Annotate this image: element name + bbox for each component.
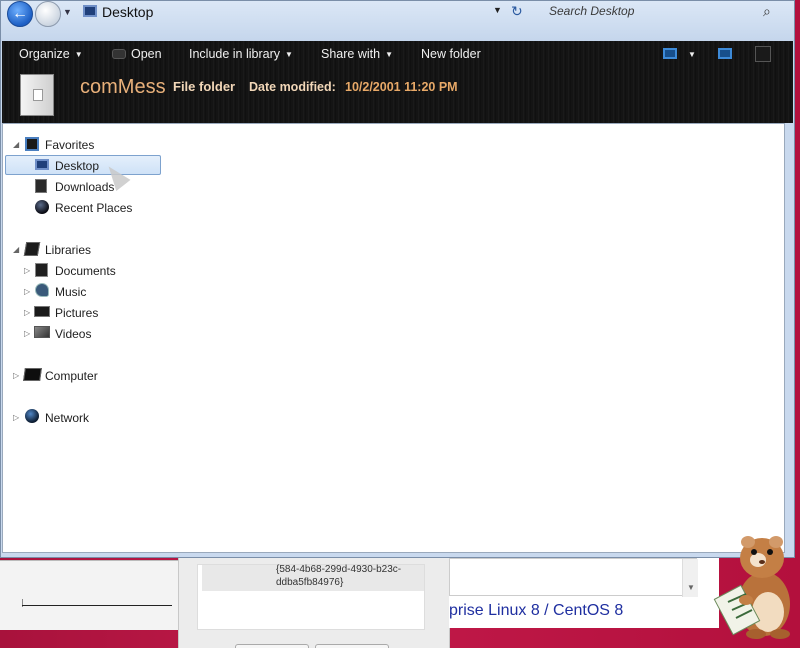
nav-label: Downloads xyxy=(55,180,115,194)
collapsed-arrow-icon[interactable]: ▷ xyxy=(24,266,30,275)
address-dropdown-icon[interactable]: ▼ xyxy=(493,5,502,15)
nav-label: Desktop xyxy=(55,159,100,173)
nav-item-computer[interactable]: ▷ Computer xyxy=(3,366,162,387)
nav-item-music[interactable]: ▷ Music xyxy=(3,282,162,303)
nav-label: Computer xyxy=(45,369,98,383)
background-right-panel: ▼ prise Linux 8 / CentOS 8 xyxy=(449,558,719,628)
back-button[interactable]: ← xyxy=(7,1,33,27)
background-banner-text: prise Linux 8 / CentOS 8 xyxy=(449,602,624,619)
date-modified-value: 10/2/2001 11:20 PM xyxy=(345,80,458,94)
open-icon xyxy=(112,49,126,59)
nav-item-libraries[interactable]: ◢ Libraries xyxy=(3,240,162,261)
collapsed-arrow-icon[interactable]: ▷ xyxy=(24,308,30,317)
videos-icon xyxy=(34,326,50,338)
nav-label: Recent Places xyxy=(55,201,133,215)
computer-icon xyxy=(23,368,42,381)
nav-label: Documents xyxy=(55,264,116,278)
include-in-library-button[interactable]: Include in library ▼ xyxy=(189,47,293,61)
nav-item-recent-places[interactable]: Recent Places xyxy=(3,198,162,219)
desktop-icon xyxy=(83,5,97,17)
forward-button[interactable] xyxy=(35,1,61,27)
nav-item-pictures[interactable]: ▷ Pictures xyxy=(3,303,162,324)
nav-item-network[interactable]: ▷ Network xyxy=(3,408,162,429)
selected-item-type: File folder xyxy=(173,79,236,94)
views-icon[interactable] xyxy=(663,48,677,59)
views-dropdown-icon[interactable]: ▼ xyxy=(688,50,696,59)
nav-label: Libraries xyxy=(45,243,92,257)
selected-item-name: comMess xyxy=(80,76,166,98)
open-label: Open xyxy=(131,47,162,61)
hamster-mascot-icon xyxy=(713,536,790,639)
background-dialog: {584-4b68-299d-4930-b23c-ddba5fb84976} xyxy=(178,558,450,648)
nav-item-documents[interactable]: ▷ Documents xyxy=(3,261,162,282)
address-bar[interactable]: Desktop ▼ xyxy=(77,1,533,23)
background-window-strip xyxy=(0,560,180,630)
share-label: Share with xyxy=(321,47,381,61)
chevron-down-icon: ▼ xyxy=(285,50,293,59)
recent-places-icon xyxy=(35,200,49,214)
new-folder-button[interactable]: New folder xyxy=(421,47,481,61)
network-icon xyxy=(25,409,39,423)
command-bar: Organize ▼ Open Include in library ▼ Share… xyxy=(2,41,793,123)
nav-item-downloads[interactable]: Downloads xyxy=(3,177,162,198)
file-list-pane[interactable] xyxy=(162,124,784,552)
chevron-down-icon: ▼ xyxy=(385,50,393,59)
organize-label: Organize xyxy=(19,47,70,61)
libraries-icon xyxy=(23,242,41,256)
nav-label: Pictures xyxy=(55,306,99,320)
share-with-button[interactable]: Share with ▼ xyxy=(321,47,393,61)
chevron-down-icon: ▼ xyxy=(74,50,83,59)
history-dropdown-icon[interactable]: ▼ xyxy=(63,7,72,17)
background-dialog-button xyxy=(235,644,309,648)
background-dialog-list: {584-4b68-299d-4930-b23c-ddba5fb84976} xyxy=(197,564,425,630)
explorer-window: ← ▼ Desktop ▼ ↻ Search Desktop ⌕ Organiz… xyxy=(0,0,795,558)
folder-icon xyxy=(20,74,54,116)
search-input[interactable]: Search Desktop ⌕ xyxy=(537,1,785,23)
background-line xyxy=(22,605,172,606)
nav-item-favorites[interactable]: ◢ Favorites xyxy=(3,135,162,156)
expanded-arrow-icon[interactable]: ◢ xyxy=(13,245,19,254)
preview-pane-icon[interactable] xyxy=(718,48,732,59)
refresh-icon[interactable]: ↻ xyxy=(511,3,523,20)
background-guid-text: {584-4b68-299d-4930-b23c-ddba5fb84976} xyxy=(276,564,402,588)
open-button[interactable]: Open xyxy=(112,47,162,61)
background-guid-row: {584-4b68-299d-4930-b23c-ddba5fb84976} xyxy=(202,564,424,591)
background-textarea: ▼ xyxy=(449,558,698,597)
background-scrollbar: ▼ xyxy=(682,559,698,597)
expanded-arrow-icon[interactable]: ◢ xyxy=(13,140,19,149)
background-dialog-button xyxy=(315,644,389,648)
help-icon[interactable] xyxy=(755,46,771,62)
pictures-icon xyxy=(34,306,50,317)
music-icon xyxy=(35,283,49,297)
documents-icon xyxy=(35,263,48,277)
nav-label: Favorites xyxy=(45,138,95,152)
collapsed-arrow-icon[interactable]: ▷ xyxy=(13,413,19,422)
navigation-bar: ← ▼ Desktop ▼ ↻ Search Desktop ⌕ xyxy=(1,1,794,41)
nav-item-desktop[interactable]: Desktop xyxy=(3,156,162,177)
new-folder-label: New folder xyxy=(421,47,481,61)
downloads-icon xyxy=(35,179,47,193)
favorites-icon xyxy=(25,137,39,151)
nav-item-videos[interactable]: ▷ Videos xyxy=(3,324,162,345)
scroll-down-icon: ▼ xyxy=(687,583,695,592)
navigation-pane: ◢ Favorites Desktop Downloads Recent Pla… xyxy=(3,124,162,552)
search-placeholder: Search Desktop xyxy=(549,4,635,18)
desktop-icon xyxy=(35,159,49,170)
folder-icon-detail xyxy=(33,89,43,101)
date-modified-label: Date modified: xyxy=(249,80,336,94)
nav-label: Network xyxy=(45,411,90,425)
collapsed-arrow-icon[interactable]: ▷ xyxy=(24,329,30,338)
nav-label: Videos xyxy=(55,327,92,341)
content-area: ◢ Favorites Desktop Downloads Recent Pla… xyxy=(2,123,785,553)
back-arrow-icon: ← xyxy=(12,5,28,22)
collapsed-arrow-icon[interactable]: ▷ xyxy=(13,371,19,380)
collapsed-arrow-icon[interactable]: ▷ xyxy=(24,287,30,296)
nav-label: Music xyxy=(55,285,87,299)
include-label: Include in library xyxy=(189,47,281,61)
address-text: Desktop xyxy=(102,4,154,20)
organize-button[interactable]: Organize ▼ xyxy=(19,47,83,61)
search-icon[interactable]: ⌕ xyxy=(763,3,771,20)
